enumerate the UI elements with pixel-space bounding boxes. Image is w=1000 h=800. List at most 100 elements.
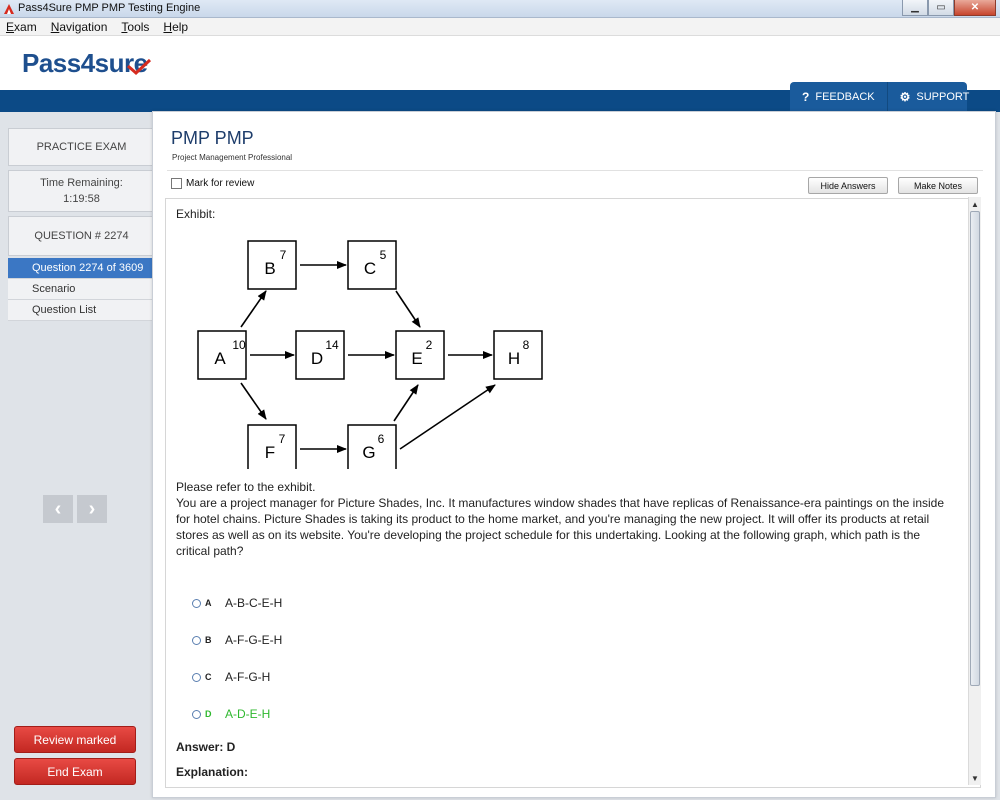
question-pager: ‹ ›: [43, 495, 111, 523]
gear-icon: ⚙: [899, 90, 911, 104]
mark-for-review-checkbox[interactable]: Mark for review: [171, 178, 254, 189]
left-sidebar: PRACTICE EXAM Time Remaining: 1:19:58 QU…: [0, 112, 154, 800]
support-button[interactable]: ⚙ SUPPORT: [888, 82, 982, 112]
close-button[interactable]: ✕: [954, 0, 996, 16]
question-refer: Please refer to the exhibit.: [176, 480, 316, 494]
node-d-duration: 14: [325, 338, 339, 352]
menu-navigation[interactable]: Navigation: [51, 20, 108, 34]
radio-icon[interactable]: [192, 709, 201, 719]
edge-g-e: [393, 384, 419, 422]
window-title: Pass4Sure PMP PMP Testing Engine: [18, 2, 201, 14]
question-body: You are a project manager for Picture Sh…: [176, 496, 944, 558]
node-f-id: F: [265, 443, 275, 462]
node-e-duration: 2: [426, 338, 433, 352]
time-remaining-value: 1:19:58: [63, 193, 100, 205]
node-f: F 7: [247, 424, 297, 469]
option-letter: C: [205, 672, 212, 682]
content-scrollbar[interactable]: ▲ ▼: [968, 197, 981, 785]
hide-answers-button[interactable]: Hide Answers: [808, 177, 888, 194]
node-b-id: B: [264, 259, 275, 278]
answer-text: Answer: D: [176, 740, 236, 754]
question-content: Exhibit: A 10 B 7 C 5 D 14 E 2 F 7 G 6 H…: [165, 198, 981, 788]
option-c[interactable]: C A-F-G-H: [192, 670, 270, 684]
scroll-thumb[interactable]: [970, 211, 980, 686]
node-c-id: C: [364, 259, 376, 278]
menu-navigation-label: avigation: [59, 19, 108, 34]
node-d: D 14: [295, 330, 345, 380]
sidebar-item-question[interactable]: Question 2274 of 3609: [8, 258, 152, 279]
review-marked-button[interactable]: Review marked: [14, 726, 136, 753]
network-edges: [240, 261, 496, 453]
divider: [167, 170, 983, 171]
sidebar-item-scenario[interactable]: Scenario: [8, 279, 152, 300]
option-text: A-B-C-E-H: [225, 596, 283, 610]
node-h-duration: 8: [523, 338, 530, 352]
option-a[interactable]: A A-B-C-E-H: [192, 596, 282, 610]
feedback-label: FEEDBACK: [815, 91, 875, 103]
menu-tools[interactable]: Tools: [121, 20, 149, 34]
option-text: A-F-G-E-H: [225, 633, 283, 647]
support-label: SUPPORT: [916, 91, 970, 103]
header-tabs: ? FEEDBACK ⚙ SUPPORT: [790, 82, 969, 112]
node-e: E 2: [395, 330, 445, 380]
node-a: A 10: [197, 330, 247, 380]
option-d[interactable]: D A-D-E-H: [192, 707, 270, 721]
minimize-button[interactable]: ▁: [902, 0, 928, 16]
menu-exam-mnemonic: E: [6, 19, 15, 34]
edge-a-b: [240, 290, 267, 328]
question-text: Please refer to the exhibit. You are a p…: [176, 479, 956, 559]
end-exam-button[interactable]: End Exam: [14, 758, 136, 785]
option-b[interactable]: B A-F-G-E-H: [192, 633, 282, 647]
radio-icon[interactable]: [192, 598, 201, 608]
node-h: H 8: [493, 330, 543, 380]
feedback-button[interactable]: ? FEEDBACK: [790, 82, 888, 112]
sidebar-item-question-list[interactable]: Question List: [8, 300, 152, 321]
option-text: A-D-E-H: [225, 707, 271, 721]
node-b-duration: 7: [280, 248, 287, 262]
question-panel: PMP PMP Project Management Professional …: [152, 111, 996, 798]
mark-for-review-label: Mark for review: [186, 178, 255, 189]
node-e-id: E: [411, 349, 422, 368]
edge-c-e: [395, 290, 421, 328]
node-h-id: H: [508, 349, 520, 368]
app-icon: [4, 4, 14, 14]
node-g: G 6: [347, 424, 397, 469]
previous-question-button[interactable]: ‹: [43, 495, 73, 523]
menu-help[interactable]: Help: [163, 20, 188, 34]
exam-title: PMP PMP: [171, 128, 254, 148]
maximize-button[interactable]: ▭: [928, 0, 954, 16]
network-diagram: A 10 B 7 C 5 D 14 E 2 F 7 G 6 H 8: [197, 240, 543, 469]
radio-icon[interactable]: [192, 635, 201, 645]
menu-help-mnemonic: H: [163, 19, 173, 34]
node-b: B 7: [247, 240, 297, 290]
node-a-duration: 10: [232, 338, 246, 352]
radio-icon[interactable]: [192, 672, 201, 682]
scroll-up-icon[interactable]: ▲: [969, 197, 981, 211]
window-titlebar: Pass4Sure PMP PMP Testing Engine ▁ ▭ ✕: [0, 0, 1000, 18]
node-f-duration: 7: [279, 432, 286, 446]
menu-help-label: elp: [172, 19, 189, 34]
checkbox-icon[interactable]: [171, 178, 182, 189]
scroll-down-icon[interactable]: ▼: [969, 771, 981, 785]
edge-a-f: [240, 382, 267, 420]
node-g-duration: 6: [378, 432, 385, 446]
next-question-button[interactable]: ›: [77, 495, 107, 523]
question-number-label: QUESTION # 2274: [34, 230, 129, 242]
menu-bar: Exam Navigation Tools Help: [0, 18, 1000, 36]
sidebar-nav: Question 2274 of 3609 Scenario Question …: [8, 258, 152, 321]
option-letter: B: [205, 635, 212, 645]
question-number-panel: QUESTION # 2274: [8, 216, 154, 256]
practice-exam-panel: PRACTICE EXAM: [8, 128, 154, 166]
question-icon: ?: [802, 90, 810, 104]
checkmark-icon: [127, 58, 152, 76]
explanation-heading: Explanation:: [176, 765, 249, 779]
node-d-id: D: [311, 349, 323, 368]
time-remaining-label: Time Remaining:: [40, 177, 123, 189]
make-notes-button[interactable]: Make Notes: [898, 177, 978, 194]
menu-exam[interactable]: Exam: [6, 20, 37, 34]
node-g-id: G: [362, 443, 375, 462]
option-letter: A: [205, 598, 212, 608]
option-text: A-F-G-H: [225, 670, 271, 684]
practice-exam-label: PRACTICE EXAM: [36, 141, 127, 153]
menu-tools-label: ools: [127, 19, 150, 34]
